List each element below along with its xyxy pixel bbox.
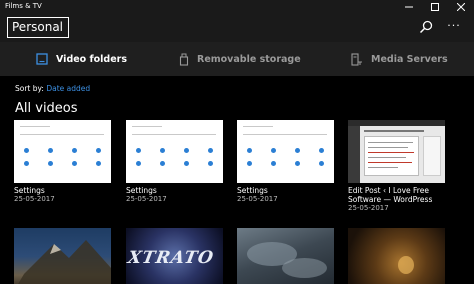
maximize-icon — [431, 3, 439, 11]
video-title: Settings — [126, 186, 157, 195]
thumb-logo-text: XTRATO — [126, 248, 216, 268]
video-date: 25-05-2017 — [126, 195, 167, 203]
pivot-personal[interactable]: Personal — [7, 17, 69, 38]
close-icon — [457, 3, 465, 11]
video-tile[interactable] — [14, 228, 111, 284]
video-tile[interactable]: Settings 25-05-2017 — [14, 120, 111, 204]
section-title: All videos — [15, 101, 78, 116]
search-icon[interactable] — [419, 20, 433, 34]
sort-by[interactable]: Sort by: Date added — [15, 84, 90, 93]
video-tile[interactable] — [348, 228, 445, 284]
video-title: Edit Post ‹ I Love Free Software — WordP… — [348, 186, 433, 204]
sort-label: Sort by: — [15, 84, 44, 93]
video-thumbnail — [14, 228, 111, 284]
tab-label: Media Servers — [371, 53, 448, 65]
video-title: Settings — [237, 186, 268, 195]
video-date: 25-05-2017 — [14, 195, 55, 203]
video-title: Settings — [14, 186, 45, 195]
minimize-button[interactable] — [396, 0, 422, 14]
video-tile[interactable]: Settings 25-05-2017 — [126, 120, 223, 204]
video-thumbnail — [126, 120, 223, 183]
video-date: 25-05-2017 — [237, 195, 278, 203]
server-icon — [351, 52, 362, 66]
tab-video-folders[interactable]: Video folders — [36, 50, 127, 68]
video-thumbnail — [237, 228, 334, 284]
sort-value[interactable]: Date added — [46, 84, 90, 93]
app-header: Personal ··· — [0, 14, 474, 42]
video-thumbnail — [348, 228, 445, 284]
app-title: Films & TV — [5, 2, 42, 10]
folder-icon — [36, 53, 48, 65]
title-bar: Films & TV — [0, 0, 474, 14]
usb-icon — [179, 53, 189, 66]
tab-label: Removable storage — [197, 53, 301, 65]
tab-media-servers[interactable]: Media Servers — [351, 50, 448, 68]
video-thumbnail — [14, 120, 111, 183]
window-controls — [396, 0, 474, 14]
source-bar: Video folders Removable storage Media Se… — [0, 42, 474, 76]
content-area: Sort by: Date added All videos Settings … — [0, 76, 474, 284]
video-thumbnail — [348, 120, 445, 183]
more-options-button[interactable]: ··· — [444, 20, 464, 34]
video-tile[interactable]: XTRATO — [126, 228, 223, 284]
video-thumbnail: XTRATO — [126, 228, 223, 284]
video-thumbnail — [237, 120, 334, 183]
video-tile[interactable] — [237, 228, 334, 284]
tab-label: Video folders — [56, 53, 128, 65]
video-tile[interactable]: Settings 25-05-2017 — [237, 120, 334, 204]
video-date: 25-05-2017 — [348, 204, 389, 212]
video-tile[interactable]: Edit Post ‹ I Love Free Software — WordP… — [348, 120, 445, 213]
minimize-icon — [405, 6, 413, 8]
close-button[interactable] — [448, 0, 474, 14]
tab-removable-storage[interactable]: Removable storage — [179, 50, 301, 68]
maximize-button[interactable] — [422, 0, 448, 14]
